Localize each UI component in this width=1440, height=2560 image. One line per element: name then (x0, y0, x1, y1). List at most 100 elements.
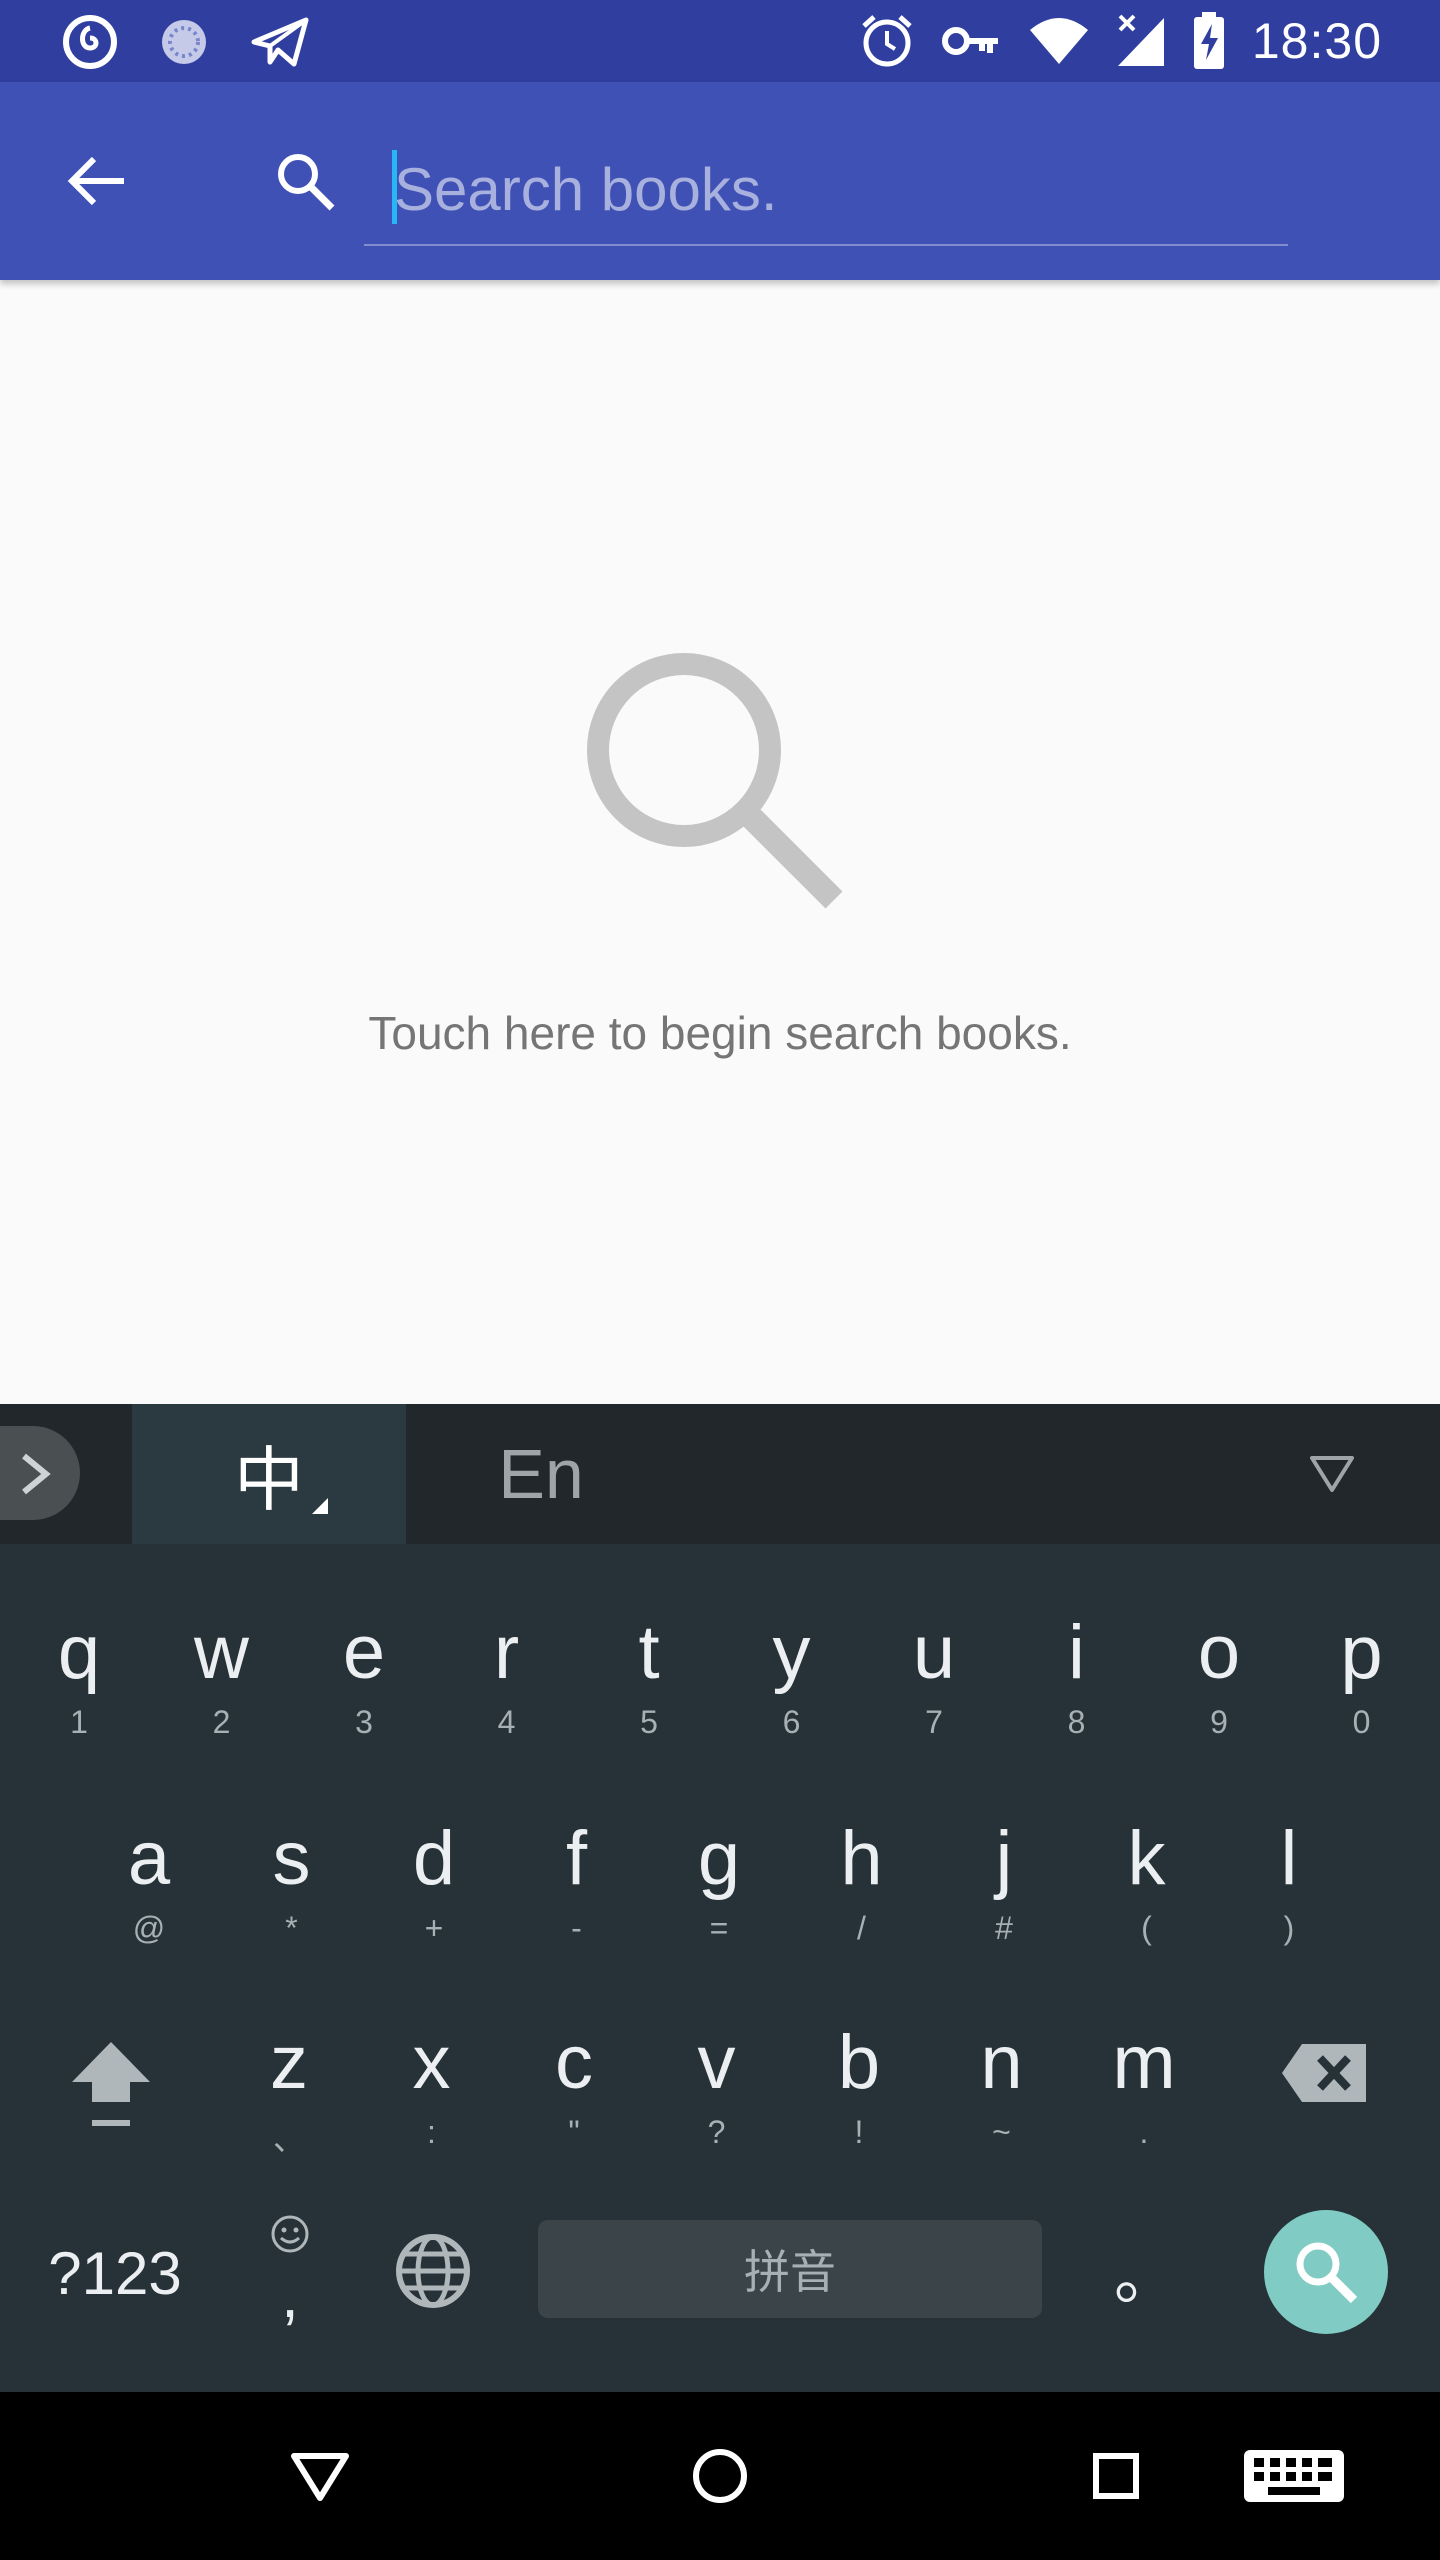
back-button[interactable] (62, 146, 132, 216)
key-hint: + (424, 1910, 444, 1946)
search-large-icon (587, 653, 843, 909)
key-hint: = (709, 1910, 729, 1946)
key-label: s (272, 1816, 311, 1901)
key-z[interactable]: z、 (218, 2000, 360, 2200)
nav-home-button[interactable] (676, 2432, 764, 2520)
key-y[interactable]: y6 (721, 1590, 863, 1790)
backspace-key[interactable] (1280, 2028, 1370, 2118)
smiley-icon (271, 2215, 309, 2253)
key-hint: ! (854, 2114, 864, 2150)
key-hint: ( (1141, 1910, 1152, 1946)
key-d[interactable]: d + (363, 1796, 505, 1996)
keyboard-toolbar: 中 En (0, 1404, 1440, 1544)
key-hint: " (568, 2114, 580, 2150)
globe-key[interactable] (392, 2230, 474, 2312)
lang-chinese-button[interactable]: 中 (132, 1404, 406, 1544)
status-bar: 18:30 (0, 0, 1440, 82)
key-label: b (837, 2020, 881, 2105)
keyboard-expand-button[interactable] (0, 1426, 80, 1520)
key-u[interactable]: u7 (863, 1590, 1005, 1790)
key-label: x (412, 2020, 451, 2105)
nav-keyboard-button[interactable] (1234, 2432, 1354, 2520)
key-label: l (1280, 1816, 1298, 1901)
navigation-bar (0, 2392, 1440, 2560)
key-hint: @ (132, 1910, 166, 1946)
key-g[interactable]: g = (648, 1796, 790, 1996)
key-label: a (127, 1816, 171, 1901)
back-triangle-icon (291, 2453, 349, 2501)
key-label: q (57, 1610, 101, 1695)
chevron-right-icon (22, 1453, 51, 1495)
key-p[interactable]: p0 (1291, 1590, 1433, 1790)
search-button[interactable] (270, 146, 340, 216)
comma-label: , (281, 2259, 299, 2331)
lang-menu-indicator-icon (312, 1498, 328, 1514)
key-j[interactable]: j # (933, 1796, 1075, 1996)
key-hint: 0 (1352, 1704, 1371, 1740)
key-t[interactable]: t5 (578, 1590, 720, 1790)
keyboard-icon (1244, 2450, 1344, 2502)
key-x[interactable]: x: (361, 2000, 503, 2200)
key-c[interactable]: c " (503, 2000, 645, 2200)
symbols-key[interactable]: ?123 (30, 2224, 200, 2324)
keyboard-collapse-icon[interactable] (1302, 1444, 1362, 1504)
key-k[interactable]: k( (1076, 1796, 1218, 1996)
key-hint: ) (1283, 1910, 1295, 1946)
key-l[interactable]: l) (1218, 1796, 1360, 1996)
search-field[interactable] (364, 134, 1288, 246)
key-label: j (995, 1816, 1013, 1901)
key-hint: * (285, 1910, 298, 1946)
key-hint: : (427, 2114, 436, 2150)
netease-music-icon (62, 14, 118, 70)
alarm-icon (858, 12, 916, 70)
nav-recents-button[interactable] (1072, 2432, 1160, 2520)
key-i[interactable]: i8 (1006, 1590, 1148, 1790)
arrow-back-icon (67, 156, 124, 206)
key-hint: 7 (925, 1704, 943, 1740)
key-hint: 9 (1210, 1704, 1228, 1740)
key-h[interactable]: h / (791, 1796, 933, 1996)
search-input[interactable] (364, 134, 1288, 244)
key-o[interactable]: o9 (1148, 1590, 1290, 1790)
recents-square-icon (1093, 2453, 1139, 2499)
key-m[interactable]: m. (1073, 2000, 1215, 2200)
key-w[interactable]: w2 (151, 1590, 293, 1790)
key-label: t (638, 1610, 660, 1695)
key-hint: / (857, 1910, 866, 1946)
key-label: y (772, 1610, 811, 1695)
key-a[interactable]: a @ (78, 1796, 220, 1996)
key-f[interactable]: f- (506, 1796, 648, 1996)
empty-state-text: Touch here to begin search books. (368, 1007, 1072, 1059)
shift-key[interactable] (56, 2020, 166, 2150)
nav-back-button[interactable] (276, 2432, 364, 2520)
key-label: g (697, 1816, 741, 1901)
shift-arrow-icon (72, 2042, 150, 2126)
key-label: m (1112, 2020, 1176, 2105)
key-n[interactable]: n ~ (931, 2000, 1073, 2200)
key-label: d (412, 1816, 456, 1901)
key-label: w (194, 1610, 249, 1695)
key-label: k (1127, 1816, 1166, 1901)
key-q[interactable]: q1 (8, 1590, 150, 1790)
space-key[interactable]: 拼音 (538, 2220, 1042, 2318)
emoji-comma-key[interactable]: , (240, 2204, 340, 2344)
period-key[interactable]: 。 (1096, 2216, 1196, 2336)
key-b[interactable]: b! (788, 2000, 930, 2200)
key-hint: 2 (212, 1704, 231, 1740)
key-s[interactable]: s * (221, 1796, 363, 1996)
home-circle-icon (693, 2449, 747, 2503)
search-submit-key[interactable] (1264, 2210, 1388, 2334)
key-v[interactable]: v? (646, 2000, 788, 2200)
app-bar (0, 82, 1440, 280)
status-time: 18:30 (1251, 13, 1382, 69)
key-label: o (1197, 1610, 1241, 1695)
empty-state[interactable]: Touch here to begin search books. (0, 280, 1440, 1404)
key-hint: 3 (355, 1704, 373, 1740)
loading-icon (156, 14, 212, 70)
key-e[interactable]: e3 (293, 1590, 435, 1790)
lang-english-button[interactable]: En (430, 1404, 652, 1544)
key-r[interactable]: r4 (436, 1590, 578, 1790)
search-icon (1296, 2242, 1358, 2304)
key-hint: ? (707, 2114, 726, 2150)
key-label: v (697, 2020, 736, 2105)
